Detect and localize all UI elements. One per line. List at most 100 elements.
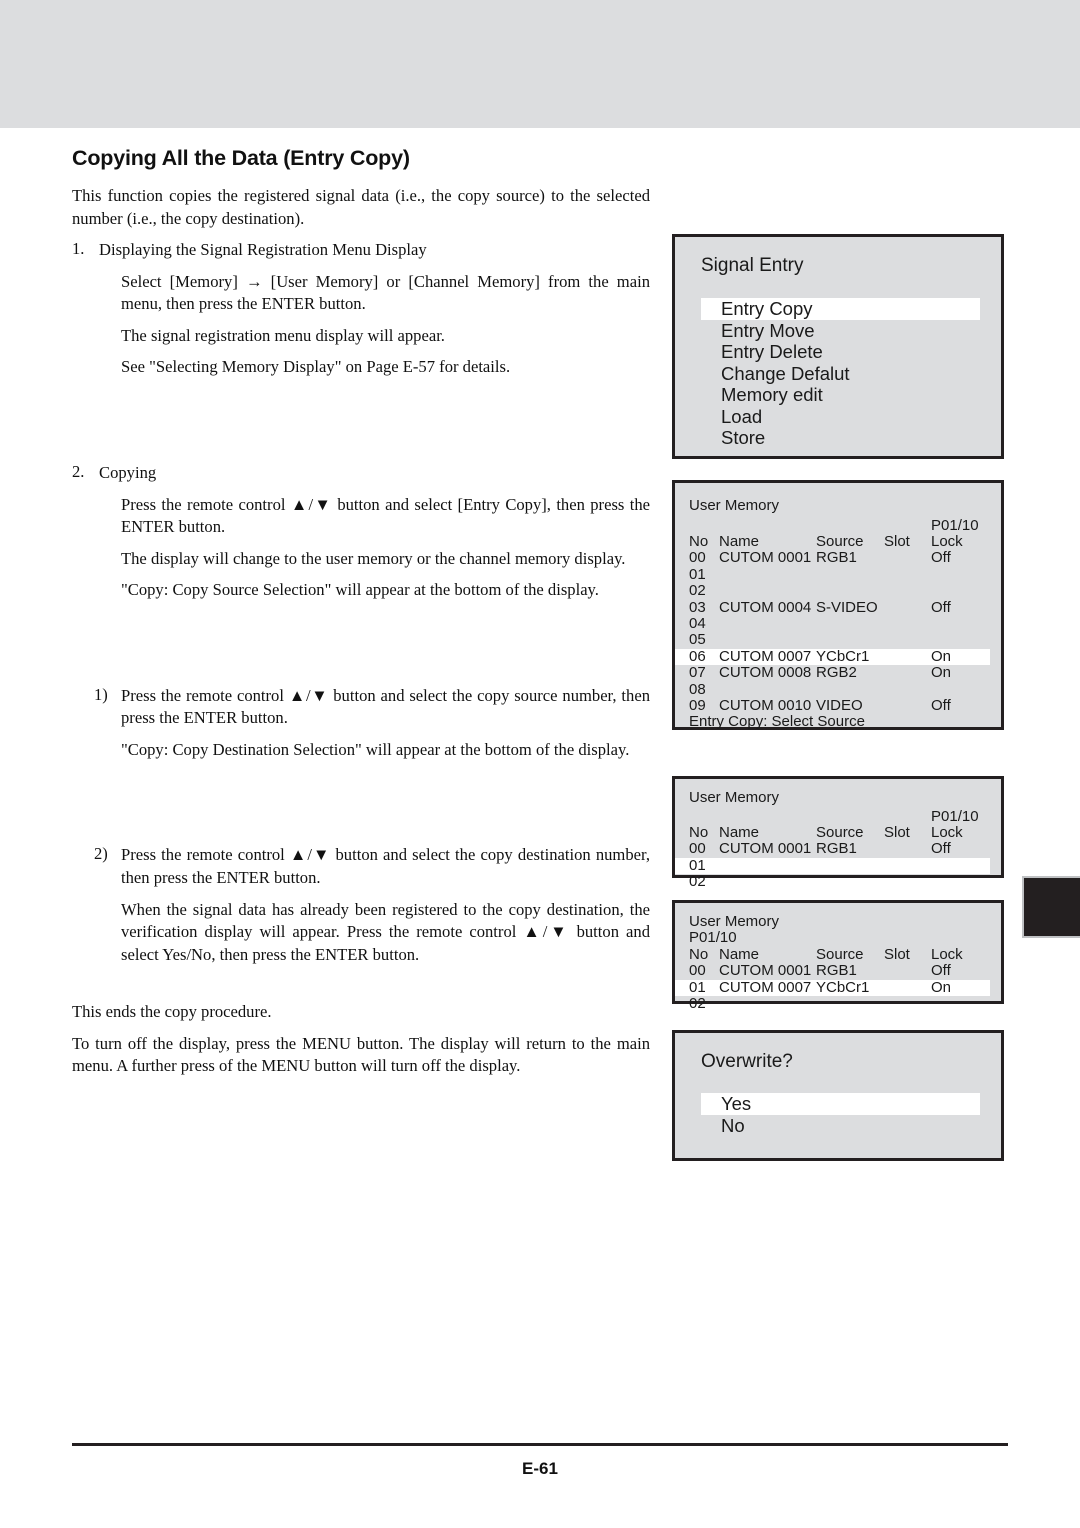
- cell-no: 07: [689, 664, 706, 682]
- table-row[interactable]: 07 CUTOM 0008 RGB2 On: [675, 664, 1001, 682]
- table-row-selected[interactable]: 01: [675, 856, 990, 875]
- step-1: 1. Displaying the Signal Registration Me…: [72, 239, 650, 379]
- memory-2-table: No Name Source Slot Lock 00 CUTOM 0001 R…: [675, 824, 1001, 891]
- cell-lock: On: [931, 978, 952, 996]
- cell-no: 00: [689, 840, 706, 858]
- memory-2-header-row: No Name Source Slot Lock: [675, 824, 1001, 841]
- menu-item-load[interactable]: Load: [675, 406, 1001, 428]
- overwrite-option-no[interactable]: No: [675, 1115, 1001, 1137]
- menu-item-change-default[interactable]: Change Defalut: [675, 363, 1001, 385]
- cell-no: 02: [689, 582, 706, 600]
- col-header-name: Name: [719, 533, 760, 550]
- substep-1-note: "Copy: Copy Destination Selection" will …: [121, 739, 630, 759]
- memory-1-status-row: Entry Copy: Select Source: [675, 713, 1001, 731]
- cell-no: 01: [689, 856, 706, 874]
- cell-source: VIDEO: [816, 696, 863, 714]
- cell-lock: Off: [931, 549, 951, 567]
- substep-1-heading: Press the remote control ▲/▼ button and …: [121, 685, 650, 728]
- table-row[interactable]: 02: [675, 582, 1001, 600]
- col-header-no: No: [689, 533, 709, 550]
- table-row[interactable]: 04: [675, 614, 1001, 632]
- menu-item-memory-edit[interactable]: Memory edit: [675, 384, 1001, 406]
- table-row[interactable]: 05: [675, 631, 1001, 648]
- cell-no: 00: [689, 549, 706, 567]
- memory-3-header-row: No Name Source Slot Lock: [675, 946, 1001, 963]
- memory-1-title: User Memory: [689, 497, 780, 514]
- cell-no: 01: [689, 565, 706, 583]
- cell-source: S-VIDEO: [816, 598, 878, 616]
- menu-item-store[interactable]: Store: [675, 427, 1001, 449]
- table-row[interactable]: 00 CUTOM 0001 RGB1 Off: [675, 549, 1001, 567]
- chapter-tab-marker: [1022, 876, 1080, 938]
- osd-user-memory-source-table: User Memory P01/10 No Name Source Slot L…: [672, 480, 1004, 730]
- col-header-source: Source: [816, 946, 864, 963]
- cell-source: RGB2: [816, 664, 857, 682]
- step-2-detail-3: "Copy: Copy Source Selection" will appea…: [121, 580, 599, 600]
- menu-item-entry-delete[interactable]: Entry Delete: [675, 341, 1001, 363]
- substep-1-number: 1): [94, 684, 108, 704]
- cell-lock: Off: [931, 840, 951, 858]
- table-row[interactable]: 08: [675, 680, 1001, 698]
- step-1-detail-3: See "Selecting Memory Display" on Page E…: [121, 357, 511, 377]
- layout-spacer-3: [72, 770, 650, 844]
- overwrite-dialog-title: Overwrite?: [701, 1051, 793, 1072]
- table-row[interactable]: 03 CUTOM 0004 S-VIDEO Off: [675, 598, 1001, 616]
- cell-no: 02: [689, 995, 706, 1013]
- layout-spacer-1: [72, 388, 650, 462]
- col-header-no: No: [689, 824, 709, 841]
- cell-no: 09: [689, 696, 706, 714]
- step-2-heading: Copying: [99, 462, 157, 482]
- table-row[interactable]: 02: [675, 995, 1001, 1013]
- step-2-detail-1: Press the remote control ▲/▼ button and …: [121, 494, 650, 537]
- substep-2: 2) Press the remote control ▲/▼ button a…: [72, 844, 650, 966]
- table-row[interactable]: 02: [675, 873, 1001, 891]
- memory-1-table: No Name Source Slot Lock 00 CUTOM 0001 R…: [675, 533, 1001, 731]
- table-row[interactable]: 01: [675, 565, 1001, 583]
- cell-name: CUTOM 0001: [719, 962, 812, 980]
- cell-no: 00: [689, 962, 706, 980]
- substep-2-number: 2): [94, 844, 108, 864]
- osd-overwrite-dialog: Overwrite? Yes No: [672, 1030, 1004, 1161]
- cell-no: 01: [689, 978, 706, 996]
- table-row[interactable]: 09 CUTOM 0010 VIDEO Off: [675, 696, 1001, 714]
- col-header-slot: Slot: [884, 533, 910, 550]
- table-row-selected[interactable]: 01 CUTOM 0007 YCbCr1 On: [675, 978, 990, 997]
- layout-spacer-4: [72, 975, 650, 1001]
- col-header-name: Name: [719, 946, 760, 963]
- page-number: E-61: [522, 1459, 558, 1478]
- table-row[interactable]: 00 CUTOM 0001 RGB1 Off: [675, 840, 1001, 858]
- signal-entry-item-list: Entry Copy Entry Move Entry Delete Chang…: [675, 298, 1001, 449]
- body-text-column: Copying All the Data (Entry Copy) This f…: [72, 146, 650, 1087]
- cell-lock: Off: [931, 696, 951, 714]
- step-1-detail-2: The signal registration menu display wil…: [121, 325, 445, 345]
- cell-source: YCbCr1: [816, 978, 870, 996]
- menu-item-entry-copy[interactable]: Entry Copy: [701, 298, 980, 320]
- overwrite-option-yes[interactable]: Yes: [701, 1093, 980, 1115]
- memory-2-page-indicator: P01/10: [931, 808, 979, 825]
- memory-3-title: User Memory: [689, 913, 780, 930]
- cell-name: CUTOM 0001: [719, 549, 812, 567]
- table-row[interactable]: 00 CUTOM 0001 RGB1 Off: [675, 962, 1001, 980]
- cell-no: 08: [689, 680, 706, 698]
- substep-2-note: When the signal data has already been re…: [121, 899, 650, 964]
- memory-1-status-text: Entry Copy: Select Source: [689, 713, 865, 731]
- col-header-lock: Lock: [931, 824, 963, 841]
- page-title: Copying All the Data (Entry Copy): [72, 146, 410, 170]
- menu-item-entry-move[interactable]: Entry Move: [675, 320, 1001, 342]
- cell-name: CUTOM 0010: [719, 696, 812, 714]
- substep-2-heading: Press the remote control ▲/▼ button and …: [121, 845, 650, 887]
- step-1-detail-1: Select [Memory] → [User Memory] or [Chan…: [121, 271, 650, 314]
- cell-no: 04: [689, 614, 706, 632]
- osd-signal-entry-menu: Signal Entry Entry Copy Entry Move Entry…: [672, 234, 1004, 459]
- cell-lock: Off: [931, 962, 951, 980]
- substep-1: 1) Press the remote control ▲/▼ button a…: [72, 685, 650, 762]
- cell-no: 02: [689, 873, 706, 891]
- closing-line-2: To turn off the display, press the MENU …: [72, 1033, 650, 1076]
- col-header-slot: Slot: [884, 946, 910, 963]
- closing-line-1: This ends the copy procedure.: [72, 1002, 272, 1022]
- col-header-no: No: [689, 946, 709, 963]
- layout-spacer-2: [72, 611, 650, 685]
- cell-name: CUTOM 0001: [719, 840, 812, 858]
- memory-1-header-row: No Name Source Slot Lock: [675, 533, 1001, 550]
- table-row-selected[interactable]: 06 CUTOM 0007 YCbCr1 On: [675, 648, 990, 666]
